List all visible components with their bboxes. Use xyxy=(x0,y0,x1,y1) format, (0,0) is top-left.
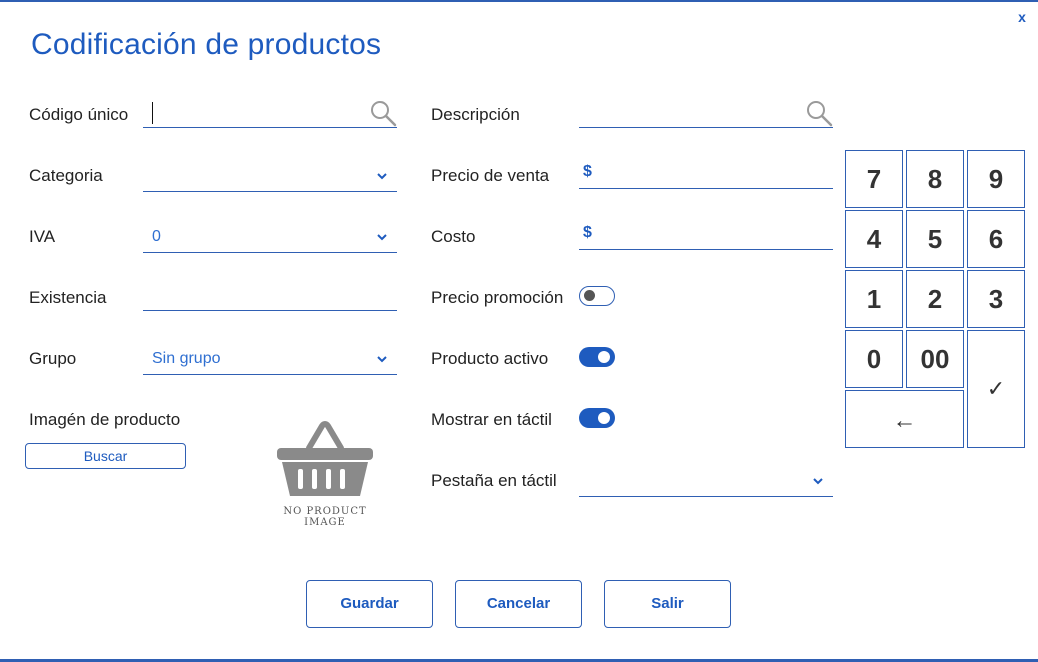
mostrar-tactil-label: Mostrar en táctil xyxy=(431,410,552,429)
keypad-1[interactable]: 1 xyxy=(845,270,903,328)
toggle-knob xyxy=(598,412,610,424)
precio-promocion-toggle[interactable] xyxy=(579,286,615,306)
keypad-6[interactable]: 6 xyxy=(967,210,1025,268)
no-image-caption: NO PRODUCT IMAGE xyxy=(283,506,367,528)
precio-venta-label: Precio de venta xyxy=(431,166,550,185)
precio-promocion-label: Precio promoción xyxy=(431,288,564,307)
costo-label: Costo xyxy=(431,227,476,246)
keypad-3[interactable]: 3 xyxy=(967,270,1025,328)
keypad-00[interactable]: 00 xyxy=(906,330,964,388)
toggle-knob xyxy=(598,351,610,363)
keypad-0[interactable]: 0 xyxy=(845,330,903,388)
chevron-down-icon xyxy=(377,173,387,180)
currency-symbol: $ xyxy=(583,224,592,241)
categoria-select[interactable] xyxy=(143,165,397,192)
search-icon[interactable] xyxy=(369,99,397,127)
pestana-select[interactable] xyxy=(579,470,833,497)
keypad-7[interactable]: 7 xyxy=(845,150,903,208)
keypad-backspace-button[interactable]: ← xyxy=(845,390,964,448)
existencia-field[interactable] xyxy=(143,284,397,311)
keypad-5[interactable]: 5 xyxy=(906,210,964,268)
existencia-label: Existencia xyxy=(29,288,107,307)
precio-venta-field[interactable]: $ xyxy=(579,162,833,189)
basket-icon xyxy=(277,421,373,496)
text-caret xyxy=(152,102,153,124)
descripcion-label: Descripción xyxy=(431,105,520,124)
cancelar-button[interactable]: Cancelar xyxy=(455,580,582,628)
keypad-4[interactable]: 4 xyxy=(845,210,903,268)
window-top-border xyxy=(0,0,1038,2)
chevron-down-icon xyxy=(377,234,387,241)
keypad-enter-button[interactable]: ✓ xyxy=(967,330,1025,448)
iva-value: 0 xyxy=(152,228,161,245)
toggle-knob xyxy=(584,290,595,301)
codigo-field[interactable] xyxy=(143,101,369,128)
grupo-label: Grupo xyxy=(29,349,77,368)
grupo-select[interactable]: Sin grupo xyxy=(143,348,397,375)
categoria-label: Categoria xyxy=(29,166,103,185)
grupo-value: Sin grupo xyxy=(152,350,221,367)
pestana-label: Pestaña en táctil xyxy=(431,471,557,490)
chevron-down-icon xyxy=(813,478,823,485)
keypad-2[interactable]: 2 xyxy=(906,270,964,328)
search-icon[interactable] xyxy=(805,99,833,127)
iva-select[interactable]: 0 xyxy=(143,226,397,253)
keypad-9[interactable]: 9 xyxy=(967,150,1025,208)
descripcion-field[interactable] xyxy=(579,101,833,128)
producto-activo-label: Producto activo xyxy=(431,349,549,368)
codigo-label: Código único xyxy=(29,105,129,124)
iva-label: IVA xyxy=(29,227,56,246)
close-button[interactable]: x xyxy=(1012,8,1032,26)
currency-symbol: $ xyxy=(583,163,592,180)
salir-button[interactable]: Salir xyxy=(604,580,731,628)
guardar-button[interactable]: Guardar xyxy=(306,580,433,628)
chevron-down-icon xyxy=(377,356,387,363)
producto-activo-toggle[interactable] xyxy=(579,347,615,367)
imagen-label: Imagén de producto xyxy=(29,410,181,429)
mostrar-tactil-toggle[interactable] xyxy=(579,408,615,428)
costo-field[interactable]: $ xyxy=(579,223,833,250)
page-title: Codificación de productos xyxy=(31,28,382,61)
keypad-8[interactable]: 8 xyxy=(906,150,964,208)
buscar-button[interactable]: Buscar xyxy=(25,443,186,469)
